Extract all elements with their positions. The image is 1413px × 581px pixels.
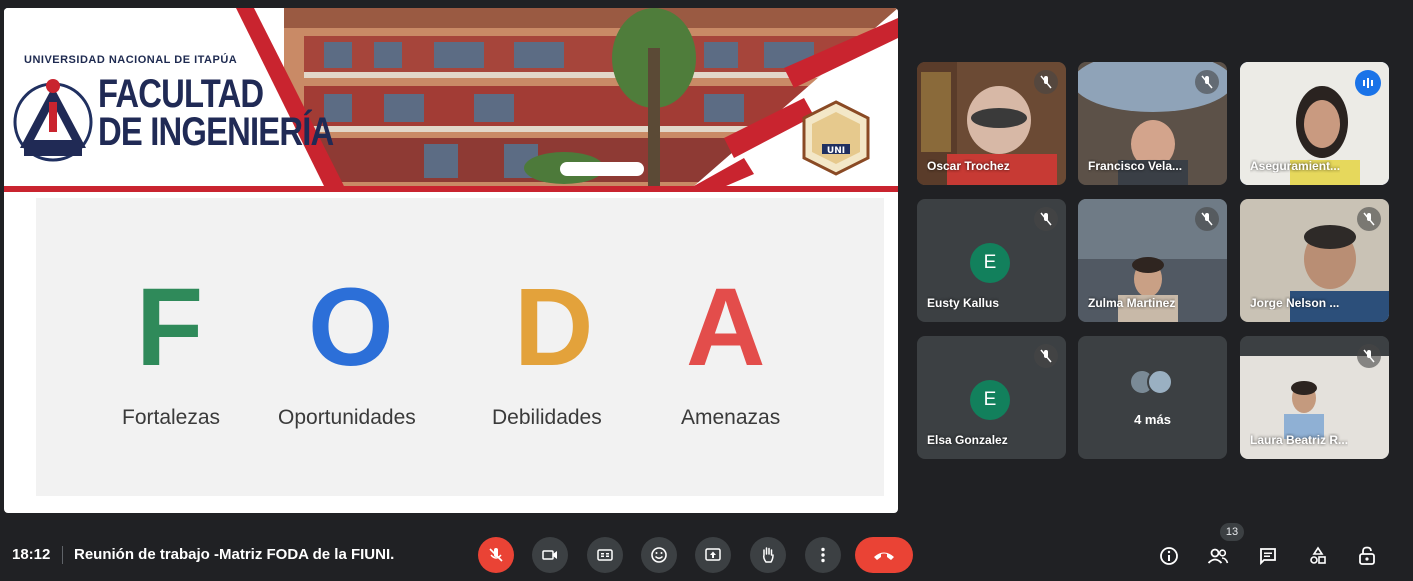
faculty-title-line1: FACULTAD [98, 72, 264, 116]
participant-name: Jorge Nelson ... [1250, 296, 1340, 310]
participant-name: Francisco Vela... [1088, 159, 1183, 173]
raise-hand-button[interactable] [750, 537, 786, 573]
host-controls-button[interactable] [1355, 544, 1379, 568]
participant-tile[interactable]: E Eusty Kallus [917, 199, 1066, 322]
faculty-banner: UNIVERSIDAD NACIONAL DE ITAPÚA FACULTAD … [4, 8, 898, 192]
camera-icon [542, 550, 557, 560]
avatar: E [970, 243, 1010, 283]
participant-tile[interactable]: Laura Beatriz R... [1240, 336, 1389, 459]
emoji-icon [651, 547, 667, 563]
foda-word-fortalezas: Fortalezas [122, 406, 221, 429]
university-name: UNIVERSIDAD NACIONAL DE ITAPÚA [24, 54, 238, 66]
participant-tile-active-speaker[interactable]: Aseguramient... [1240, 62, 1389, 185]
foda-letter-d: D [514, 266, 594, 389]
mic-off-icon [489, 548, 503, 562]
people-icon [1207, 548, 1229, 564]
info-icon [1160, 547, 1178, 565]
more-participants-avatars [1129, 369, 1173, 395]
meeting-details-button[interactable] [1157, 544, 1181, 568]
mic-off-icon [1034, 70, 1058, 94]
meeting-clock: 18:12 [12, 546, 51, 563]
mic-off-icon [1034, 344, 1058, 368]
foda-word-amenazas: Amenazas [681, 406, 781, 429]
foda-letter-o: O [308, 266, 394, 389]
leave-call-button[interactable] [855, 537, 913, 573]
faculty-logo [13, 79, 93, 162]
participant-tile[interactable]: Oscar Trochez [917, 62, 1066, 185]
foda-card: F O D A Fortalezas Oportunidades Debilid… [36, 198, 884, 496]
hang-up-icon [874, 552, 894, 560]
chat-button[interactable] [1256, 544, 1280, 568]
host-controls-icon [1359, 546, 1375, 565]
activities-button[interactable] [1306, 544, 1330, 568]
more-participants-label: 4 más [1134, 412, 1171, 427]
present-screen-button[interactable] [695, 537, 731, 573]
mic-off-icon [1357, 344, 1381, 368]
avatar: E [970, 380, 1010, 420]
participant-name: Elsa Gonzalez [927, 433, 1008, 447]
foda-word-debilidades: Debilidades [492, 406, 602, 429]
banner-divider [4, 186, 898, 192]
participant-tile[interactable]: Francisco Vela... [1078, 62, 1227, 185]
foda-letter-a: A [686, 266, 766, 389]
captions-icon [597, 549, 613, 561]
reactions-button[interactable] [641, 537, 677, 573]
meeting-title: Reunión de trabajo -Matriz FODA de la FI… [74, 546, 395, 563]
foda-word-oportunidades: Oportunidades [278, 406, 416, 429]
participant-tile[interactable]: Zulma Martinez [1078, 199, 1227, 322]
participant-name: Zulma Martinez [1088, 296, 1176, 310]
mic-off-icon [1195, 207, 1219, 231]
participant-name: Eusty Kallus [927, 296, 1000, 310]
microphone-toggle-button[interactable] [478, 537, 514, 573]
more-options-icon [821, 547, 825, 563]
chat-icon [1260, 548, 1276, 566]
present-icon [705, 548, 721, 561]
faculty-title-line2: DE INGENIERÍA [98, 110, 334, 154]
svg-text:UNI: UNI [827, 146, 845, 156]
foda-letter-f: F [136, 266, 204, 389]
divider [62, 546, 63, 564]
activities-icon [1310, 546, 1326, 564]
uni-seal-logo: UNI [802, 100, 870, 176]
mic-off-icon [1195, 70, 1219, 94]
mic-off-icon [1034, 207, 1058, 231]
participant-name: Oscar Trochez [927, 159, 1010, 173]
mic-off-icon [1357, 207, 1381, 231]
people-button[interactable] [1206, 544, 1230, 568]
participant-name: Laura Beatriz R... [1250, 433, 1349, 447]
camera-toggle-button[interactable] [532, 537, 568, 573]
more-options-button[interactable] [805, 537, 841, 573]
participant-name: Aseguramient... [1250, 159, 1341, 173]
speaking-indicator-icon [1355, 70, 1381, 96]
participant-count-badge: 13 [1220, 523, 1244, 541]
raise-hand-icon [763, 547, 774, 563]
captions-button[interactable] [587, 537, 623, 573]
more-participants-tile[interactable]: 4 más [1078, 336, 1227, 459]
participant-tile[interactable]: E Elsa Gonzalez [917, 336, 1066, 459]
participant-tile[interactable]: Jorge Nelson ... [1240, 199, 1389, 322]
presentation-view: UNIVERSIDAD NACIONAL DE ITAPÚA FACULTAD … [4, 8, 898, 513]
